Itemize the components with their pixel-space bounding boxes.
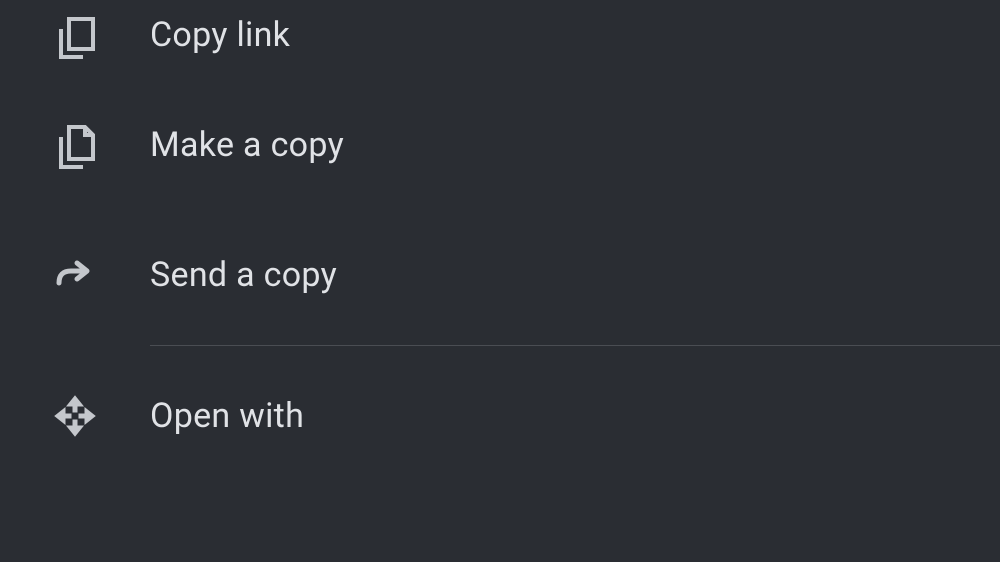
menu-item-label: Send a copy xyxy=(150,255,337,295)
menu-item-label: Make a copy xyxy=(150,125,344,165)
menu-item-open-with[interactable]: Open with xyxy=(0,351,1000,481)
file-copy-icon xyxy=(0,121,150,169)
menu-item-copy-link[interactable]: Copy link xyxy=(0,5,1000,80)
menu-item-label: Copy link xyxy=(150,15,290,55)
menu-item-make-copy[interactable]: Make a copy xyxy=(0,80,1000,210)
menu-item-label: Open with xyxy=(150,396,304,436)
send-arrow-icon xyxy=(0,251,150,299)
menu-divider xyxy=(150,345,1000,346)
copy-link-icon xyxy=(0,15,150,63)
open-with-icon xyxy=(0,392,150,440)
menu-item-send-copy[interactable]: Send a copy xyxy=(0,210,1000,340)
context-menu: Copy link Make a copy Send a copy xyxy=(0,0,1000,481)
